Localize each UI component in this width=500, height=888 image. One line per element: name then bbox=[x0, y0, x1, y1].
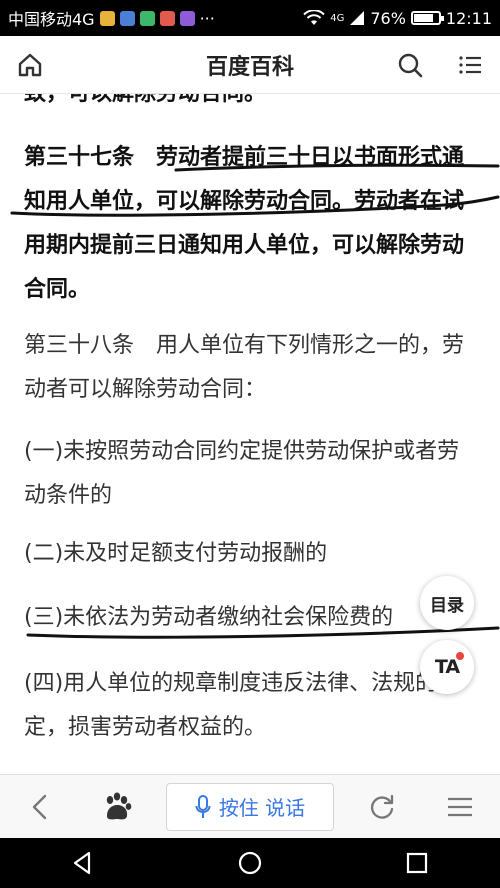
menu-icon bbox=[459, 55, 481, 74]
battery-percent: 76% bbox=[370, 8, 406, 28]
app-notification-icon bbox=[159, 10, 175, 26]
status-right: 4G 76% 12:11 bbox=[303, 9, 492, 28]
notification-dot bbox=[456, 652, 464, 660]
voice-button-label: 按住 说话 bbox=[218, 796, 306, 820]
article-paragraph: (一)未按照劳动合同约定提供劳动保护或者劳动条件的 bbox=[24, 439, 460, 508]
article-paragraph: 第三十七条 劳动者提前三十日以书面形式通知用人单位，可以解除劳动合同。劳动者在试… bbox=[24, 145, 465, 302]
search-icon bbox=[398, 53, 423, 77]
app-notification-icon bbox=[119, 10, 135, 26]
ta-button[interactable]: TA bbox=[420, 640, 474, 694]
signal-icon bbox=[350, 11, 365, 25]
ta-label: TA bbox=[434, 656, 460, 678]
system-navigation-bar bbox=[0, 838, 500, 888]
nav-recents-icon[interactable] bbox=[403, 849, 431, 877]
article-paragraph: (四)用人单位的规章制度违反法律、法规的规定，损害劳动者权益的。 bbox=[24, 671, 460, 740]
nav-home-icon[interactable] bbox=[236, 849, 264, 877]
article-paragraph: 致，可以解除劳动合同。 bbox=[24, 94, 480, 116]
app-header: 百度百科 bbox=[0, 36, 500, 94]
article-paragraph: (二)未及时足额支付劳动报酬的 bbox=[24, 541, 328, 566]
toc-button[interactable]: 目录 bbox=[420, 576, 474, 630]
nav-back-icon[interactable] bbox=[69, 849, 97, 877]
baidu-home-button[interactable] bbox=[88, 776, 148, 838]
clock: 12:11 bbox=[445, 8, 492, 28]
more-notifications: ··· bbox=[199, 8, 215, 28]
app-notification-icon bbox=[179, 10, 195, 26]
app-notification-icon bbox=[139, 10, 155, 26]
back-button[interactable] bbox=[10, 776, 70, 838]
browser-menu-button[interactable] bbox=[430, 776, 490, 838]
browser-toolbar: 按住 说话 bbox=[0, 774, 500, 838]
network-type: 4G bbox=[330, 12, 345, 24]
home-button[interactable] bbox=[0, 36, 60, 94]
wifi-icon bbox=[303, 10, 325, 25]
battery-icon bbox=[410, 11, 444, 25]
back-icon bbox=[32, 794, 47, 819]
app-notification-icon bbox=[99, 10, 115, 26]
menu-icon bbox=[448, 797, 472, 816]
article-paragraph: 第三十八条 用人单位有下列情形之一的，劳动者可以解除劳动合同： bbox=[24, 333, 465, 402]
home-icon bbox=[18, 53, 42, 76]
carrier-label: 中国移动4G bbox=[8, 10, 95, 29]
microphone-icon bbox=[195, 794, 211, 818]
status-bar: 中国移动4G ··· 4G 76% 12:11 bbox=[0, 0, 500, 36]
status-left: 中国移动4G ··· bbox=[8, 6, 215, 30]
search-button[interactable] bbox=[380, 36, 440, 94]
article-paragraph: (三)未依法为劳动者缴纳社会保险费的 bbox=[24, 605, 394, 630]
menu-button[interactable] bbox=[440, 36, 500, 94]
refresh-icon bbox=[370, 794, 394, 819]
refresh-button[interactable] bbox=[352, 776, 412, 838]
toc-label: 目录 bbox=[430, 595, 464, 616]
baidu-paw-icon bbox=[106, 792, 132, 819]
voice-search-button[interactable]: 按住 说话 bbox=[166, 782, 334, 831]
